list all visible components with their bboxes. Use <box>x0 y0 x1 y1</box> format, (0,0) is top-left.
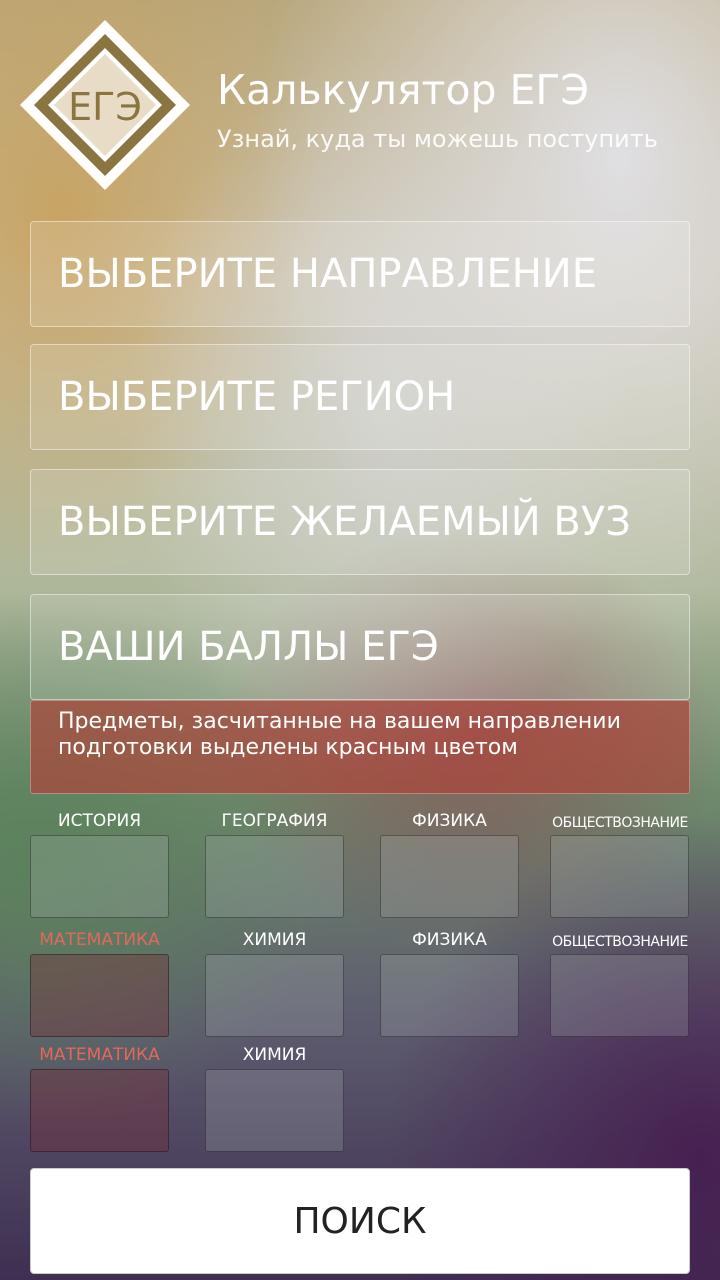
required-subjects-notice: Предметы, засчитанные на вашем направлен… <box>30 700 690 794</box>
subject-score-math-2[interactable] <box>30 1069 169 1152</box>
subject-score-chemistry[interactable] <box>205 954 344 1037</box>
subject-label-geography: ГЕОГРАФИЯ <box>221 811 328 831</box>
search-button[interactable]: ПОИСК <box>30 1168 690 1274</box>
subject-label-math: МАТЕМАТИКА <box>39 930 160 950</box>
exam-scores-header[interactable]: ВАШИ БАЛЛЫ ЕГЭ <box>30 594 690 700</box>
subject-label-math-2: МАТЕМАТИКА <box>39 1045 160 1065</box>
subject-score-geography[interactable] <box>205 835 344 918</box>
subject-label-social-studies: ОБЩЕСТВОЗНАНИЕ <box>552 815 688 831</box>
subject-score-social-studies-2[interactable] <box>550 954 689 1037</box>
logo-text: ЕГЭ <box>68 85 142 129</box>
subject-score-history[interactable] <box>30 835 169 918</box>
subject-score-chemistry-2[interactable] <box>205 1069 344 1152</box>
subject-label-physics-2: ФИЗИКА <box>412 930 487 950</box>
ege-logo: ЕГЭ <box>20 20 190 190</box>
app-title: Калькулятор ЕГЭ <box>217 66 590 114</box>
subject-score-social-studies[interactable] <box>550 835 689 918</box>
subject-label-chemistry-2: ХИМИЯ <box>242 1045 307 1065</box>
university-selector[interactable]: ВЫБЕРИТЕ ЖЕЛАЕМЫЙ ВУЗ <box>30 469 690 575</box>
app-subtitle: Узнай, куда ты можешь поступить <box>217 125 658 153</box>
subject-label-physics: ФИЗИКА <box>412 811 487 831</box>
subject-score-math[interactable] <box>30 954 169 1037</box>
subject-score-physics[interactable] <box>380 835 519 918</box>
region-selector[interactable]: ВЫБЕРИТЕ РЕГИОН <box>30 344 690 450</box>
subject-score-physics-2[interactable] <box>380 954 519 1037</box>
subject-label-history: ИСТОРИЯ <box>57 811 142 831</box>
subject-label-social-studies-2: ОБЩЕСТВОЗНАНИЕ <box>552 934 688 950</box>
subject-label-chemistry: ХИМИЯ <box>242 930 307 950</box>
direction-selector[interactable]: ВЫБЕРИТЕ НАПРАВЛЕНИЕ <box>30 221 690 327</box>
